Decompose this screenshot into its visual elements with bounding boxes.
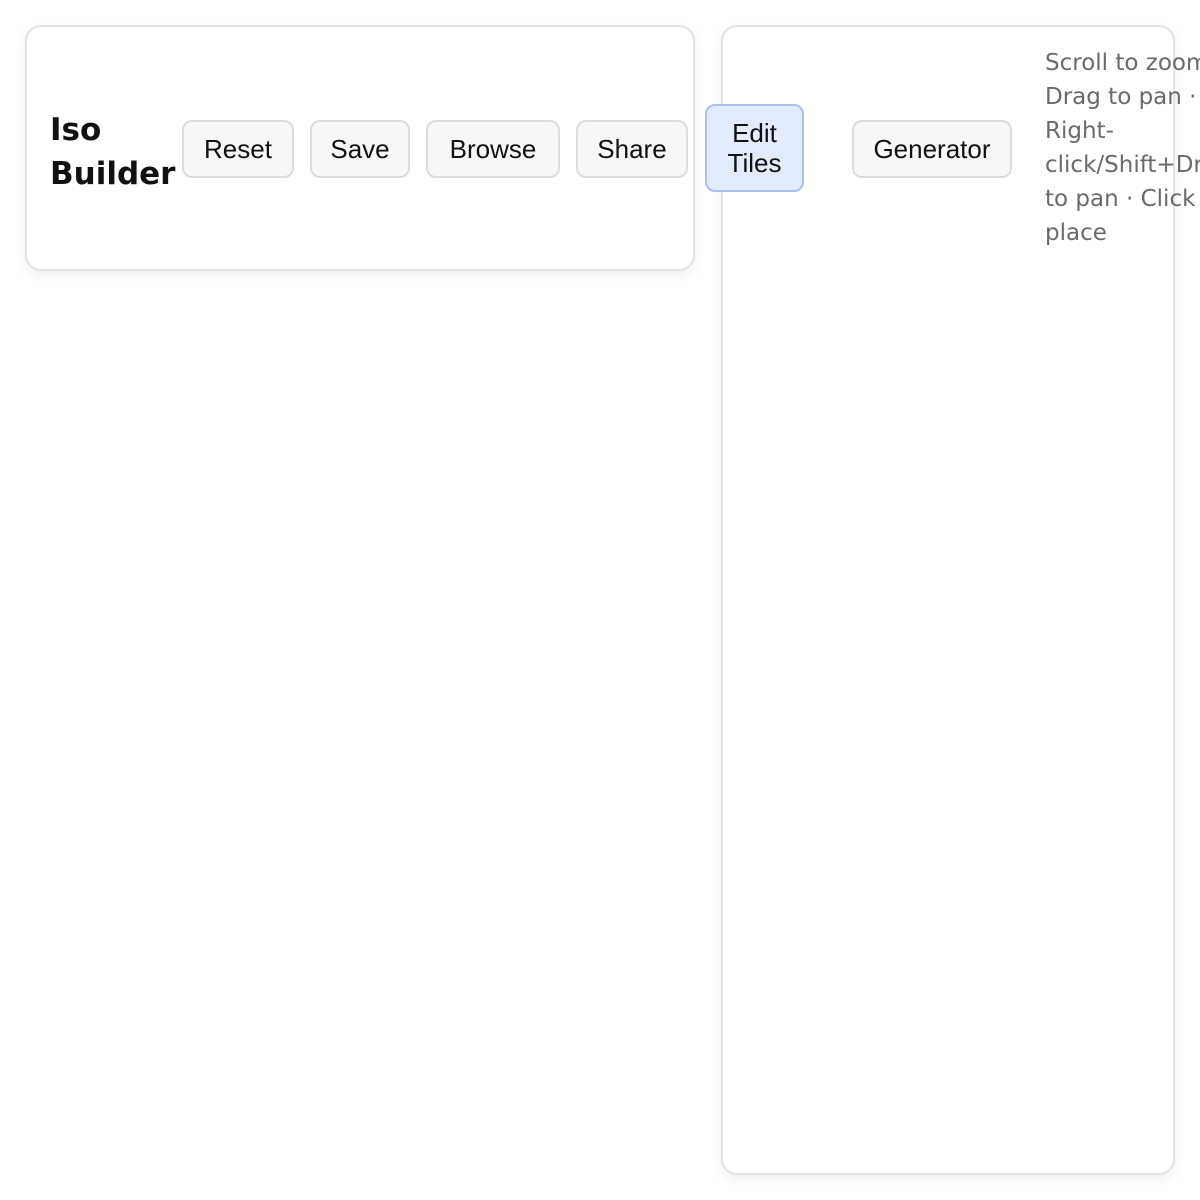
share-button[interactable]: Share [576, 120, 688, 178]
hint-line: place [1045, 220, 1107, 246]
controls-hint: Scroll to zoom Drag to pan · Right- clic… [1045, 46, 1200, 250]
hint-line: click/Shift+Drag [1045, 152, 1200, 178]
reset-button[interactable]: Reset [182, 120, 294, 178]
app-title: Iso Builder [50, 112, 176, 192]
hint-line: Scroll to zoom [1045, 50, 1200, 76]
browse-button[interactable]: Browse [426, 120, 560, 178]
edit-tiles-button[interactable]: Edit Tiles [705, 104, 804, 192]
generator-button[interactable]: Generator [852, 120, 1012, 178]
edit-tiles-label-line1: Edit [732, 118, 777, 148]
save-button[interactable]: Save [310, 120, 410, 178]
hint-line: Drag to pan · [1045, 84, 1197, 110]
edit-tiles-label-line2: Tiles [727, 148, 782, 178]
hint-line: to pan · Click to [1045, 186, 1200, 212]
hint-line: Right- [1045, 118, 1114, 144]
